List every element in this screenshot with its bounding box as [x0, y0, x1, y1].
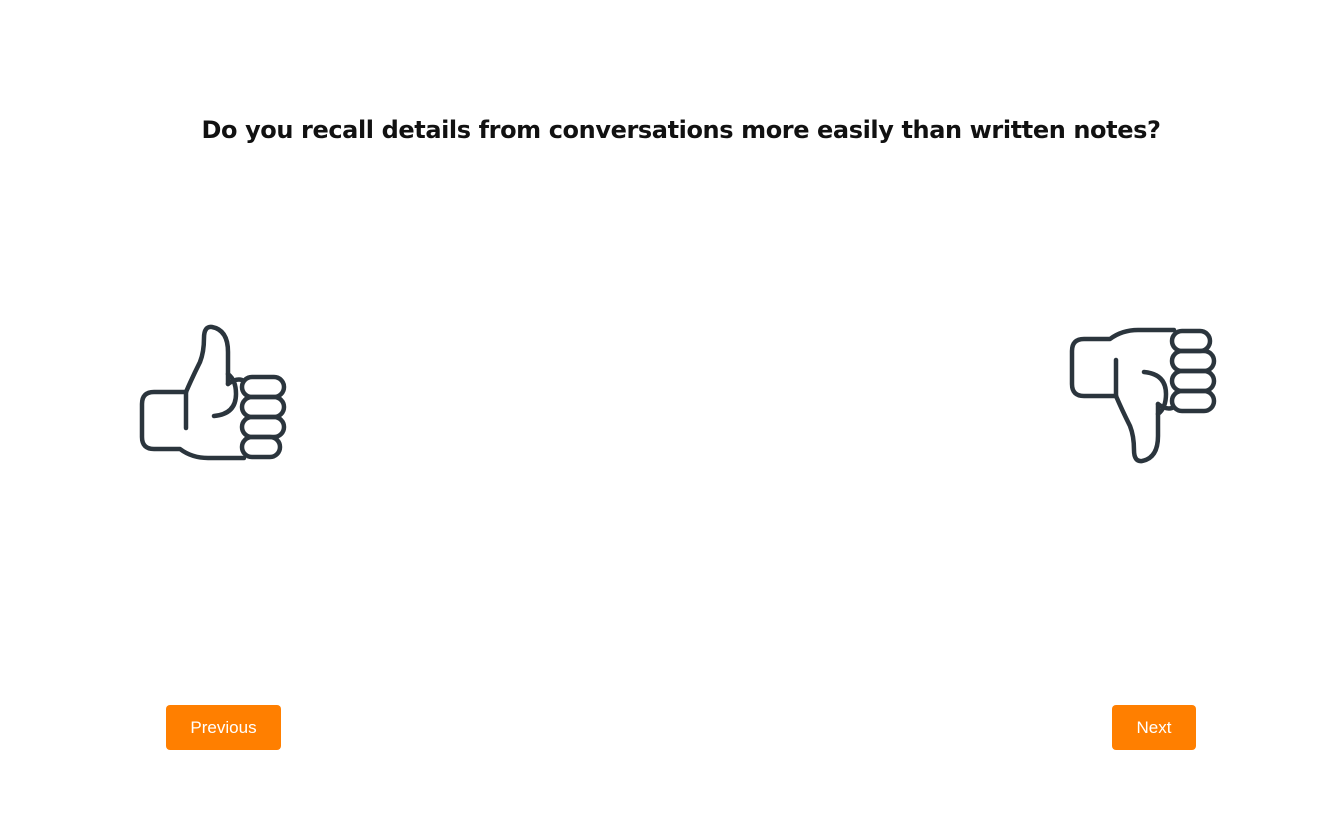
quiz-page: Do you recall details from conversations… — [0, 0, 1324, 819]
question-title: Do you recall details from conversations… — [201, 116, 1161, 144]
previous-button[interactable]: Previous — [166, 705, 281, 750]
thumbs-down-icon[interactable] — [1068, 326, 1218, 468]
thumbs-up-icon[interactable] — [138, 322, 288, 464]
next-button[interactable]: Next — [1112, 705, 1196, 750]
